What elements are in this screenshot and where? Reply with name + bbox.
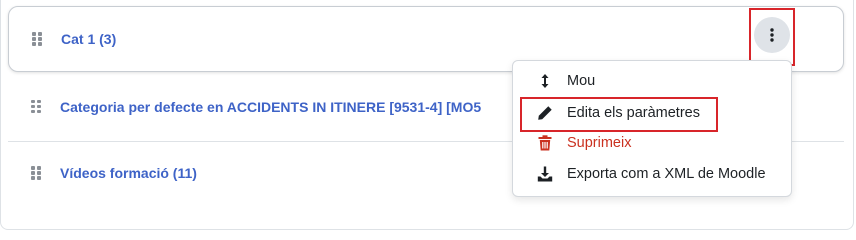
trash-icon	[536, 134, 554, 152]
edit-highlight-box	[520, 97, 718, 132]
menu-item-export-xml[interactable]: Exporta com a XML de Moodle	[513, 159, 791, 189]
move-icon	[536, 72, 554, 90]
question-categories-page: Cat 1 (3) Categoria per defecte en ACCID…	[0, 0, 856, 232]
menu-item-label: Suprimeix	[567, 135, 632, 151]
drag-handle-icon[interactable]	[32, 32, 42, 46]
menu-item-move[interactable]: Mou	[513, 66, 791, 96]
drag-handle-icon[interactable]	[31, 99, 41, 114]
drag-handle-icon[interactable]	[31, 166, 41, 180]
menu-item-label: Mou	[567, 73, 596, 89]
category-link[interactable]: Cat 1 (3)	[61, 31, 116, 47]
menu-item-label: Exporta com a XML de Moodle	[567, 166, 766, 182]
kebab-highlight-box	[749, 8, 795, 66]
category-link[interactable]: Categoria per defecte en ACCIDENTS IN IT…	[60, 99, 515, 115]
category-link[interactable]: Vídeos formació (11)	[60, 165, 197, 181]
menu-item-delete[interactable]: Suprimeix	[513, 128, 791, 158]
download-icon	[536, 165, 554, 183]
